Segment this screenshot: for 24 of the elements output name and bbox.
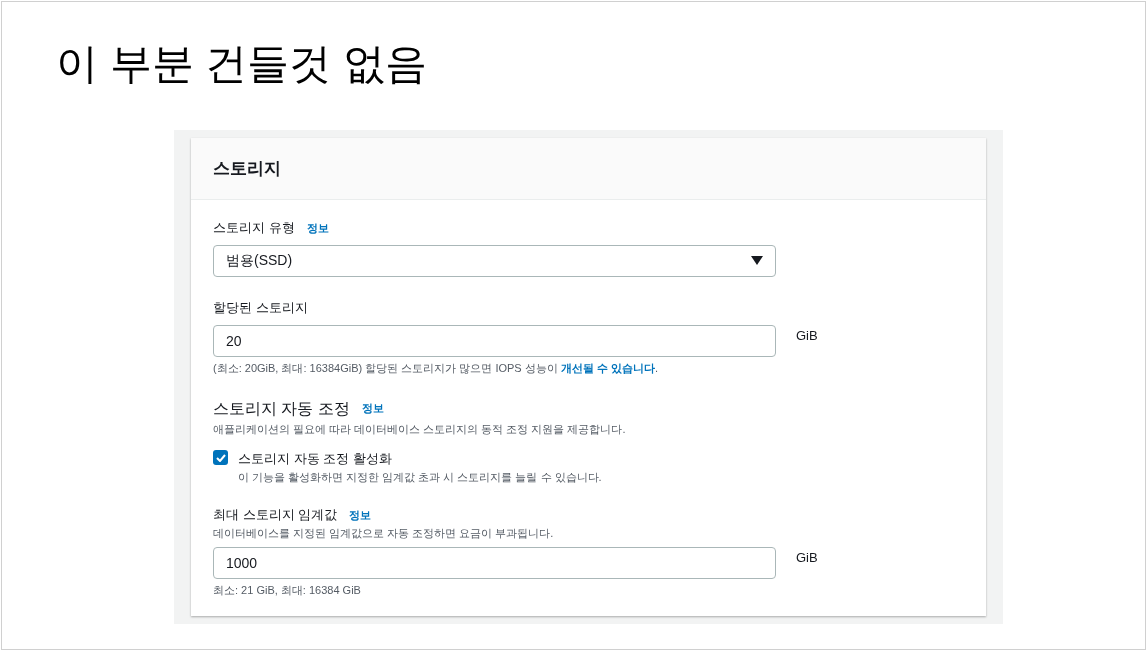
slide-title: 이 부분 건들것 없음	[56, 39, 427, 89]
info-link[interactable]: 정보	[306, 219, 329, 236]
field-description: 데이터베이스를 지정된 임계값으로 자동 조정하면 요금이 부과됩니다.	[213, 525, 554, 541]
text-field[interactable]: 20	[213, 325, 776, 357]
text-field[interactable]: 1000	[213, 547, 776, 579]
unit-label: GiB	[796, 327, 818, 345]
info-link[interactable]: 정보	[361, 400, 384, 417]
caret-icon	[751, 256, 763, 265]
field-label: 할당된 스토리지	[213, 298, 308, 317]
field-label: 스토리지 유형	[213, 219, 295, 237]
checkbox-description: 이 기능을 활성화하면 지정한 임계값 초과 시 스토리지를 늘릴 수 있습니다.	[238, 469, 602, 485]
section-heading: 스토리지 자동 조정	[213, 398, 350, 419]
checkmark-icon	[215, 453, 226, 462]
info-link[interactable]: 정보	[349, 506, 372, 523]
unit-label: GiB	[796, 549, 818, 567]
section-description: 애플리케이션의 필요에 따라 데이터베이스 스토리지의 동적 조정 지원을 제공합니다.	[213, 421, 626, 437]
checkbox[interactable]	[213, 450, 228, 465]
helper-text: (최소: 20GiB, 최대: 16384GiB) 할당된 스토리지가 많으면 IOPS 성능이 개선될 수 있습니다.	[213, 361, 658, 376]
checkbox-label: 스토리지 자동 조정 활성화	[238, 450, 392, 468]
storage-type-select[interactable]: 범용(SSD)	[213, 244, 776, 277]
panel-title: 스토리지	[213, 157, 281, 180]
helper-text: 최소: 21 GiB, 최대: 16384 GiB	[213, 583, 361, 598]
field-label: 최대 스토리지 임계값	[213, 506, 338, 524]
improve-link[interactable]: 개선될 수 있습니다	[560, 362, 655, 374]
